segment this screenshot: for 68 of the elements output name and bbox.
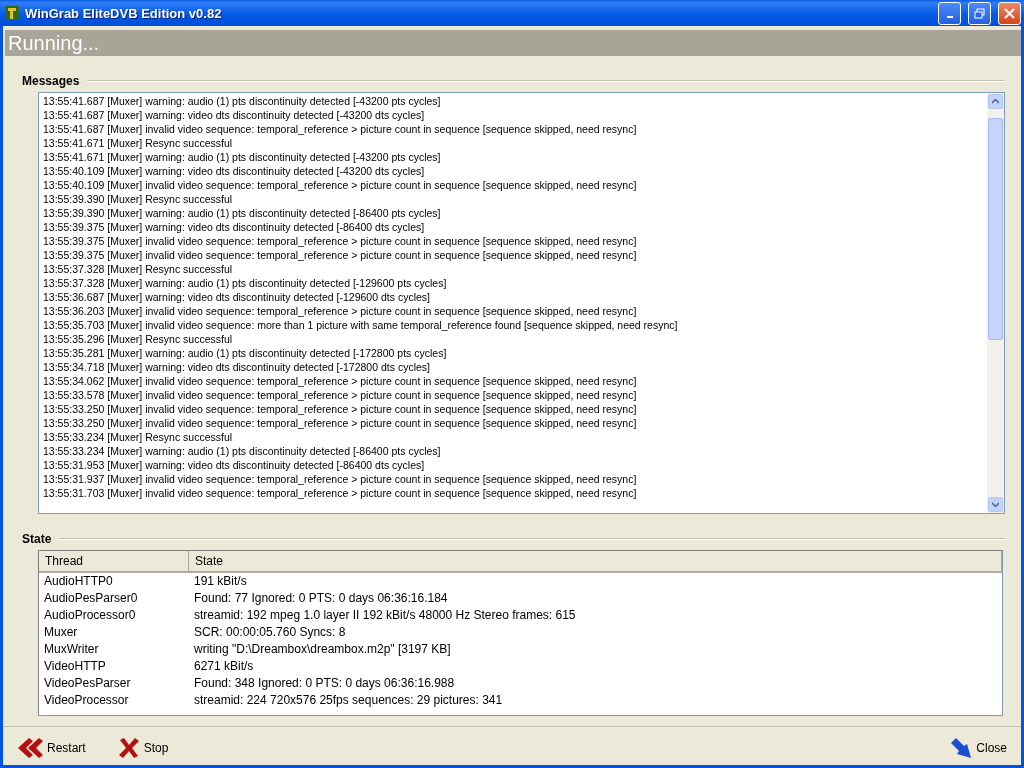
log-line: 13:55:39.375 [Muxer] invalid video sequence: temporal_reference > picture count in sequence [sequence skipped, need resync] [43, 248, 638, 262]
window-title: WinGrab EliteDVB Edition v0.82 [25, 5, 223, 21]
column-header[interactable]: Thread [39, 551, 189, 571]
table-cell-text: Found: 348 Ignored: 0 PTS: 0 days 06:36:16.988 [193, 675, 455, 692]
table-cell-text: SCR: 00:00:05.760 Syncs: 8 [193, 624, 346, 641]
log-line: 13:55:35.281 [Muxer] warning: audio (1) pts discontinuity detected [-172800 pts cycles] [43, 346, 448, 360]
group-title: Messages [22, 74, 80, 88]
log-line: 13:55:31.953 [Muxer] warning: video dts discontinuity detected [-86400 dts cycles] [43, 458, 426, 472]
log-line: 13:55:31.703 [Muxer] invalid video sequence: temporal_reference > picture count in sequence [sequence skipped, need resync] [43, 486, 638, 500]
table-cell-text: AudioPesParser0 [43, 590, 139, 607]
log-line: 13:55:39.390 [Muxer] warning: audio (1) pts discontinuity detected [-86400 pts cycles] [43, 206, 442, 220]
log-line: 13:55:34.718 [Muxer] warning: video dts discontinuity detected [-172800 dts cycles] [43, 360, 431, 374]
group-title: State [22, 532, 52, 546]
table-cell-text: AudioHTTP0 [43, 573, 114, 590]
log-line: 13:55:39.375 [Muxer] invalid video sequence: temporal_reference > picture count in sequence [sequence skipped, need resync] [43, 234, 638, 248]
table-cell-text: streamid: 192 mpeg 1.0 layer II 192 kBit/s 48000 Hz Stereo frames: 615 [193, 607, 576, 624]
table-cell-text: AudioProcessor0 [43, 607, 137, 624]
log-line: 13:55:41.687 [Muxer] warning: video dts discontinuity detected [-43200 dts cycles] [43, 108, 426, 122]
log-line: 13:55:37.328 [Muxer] warning: audio (1) pts discontinuity detected [-129600 pts cycles] [43, 276, 448, 290]
log-line: 13:55:40.109 [Muxer] invalid video sequence: temporal_reference > picture count in sequence [sequence skipped, need resync] [43, 178, 638, 192]
table-cell-text: Found: 77 Ignored: 0 PTS: 0 days 06:36:16.184 [193, 590, 448, 607]
log-line: 13:55:35.296 [Muxer] Resync successful [43, 332, 234, 346]
close-icon [1004, 7, 1015, 19]
restore-button[interactable] [968, 1, 991, 25]
table-cell-text: writing "D:\Dreambox\dreambox.m2p" [3197 KB] [193, 641, 451, 658]
table-cell-text: 6271 kBit/s [193, 658, 254, 675]
arrow-icon [950, 737, 973, 759]
log-line: 13:55:41.687 [Muxer] invalid video sequence: temporal_reference > picture count in sequence [sequence skipped, need resync] [43, 122, 638, 136]
status-header: Running... [5, 30, 1021, 56]
log-line: 13:55:39.390 [Muxer] Resync successful [43, 192, 234, 206]
restore-icon [974, 7, 985, 19]
table-cell-text: VideoPesParser [43, 675, 132, 692]
cross-icon [117, 737, 140, 759]
log-line: 13:55:40.109 [Muxer] warning: video dts discontinuity detected [-43200 dts cycles] [43, 164, 426, 178]
table-cell-text: MuxWriter [43, 641, 100, 658]
table-cell-text: streamid: 224 720x576 25fps sequences: 29 pictures: 341 [193, 692, 503, 709]
column-header[interactable]: State [189, 551, 1002, 571]
close-window-button[interactable] [998, 1, 1021, 25]
table-cell-text: 191 kBit/s [193, 573, 247, 590]
double-chevron-left-icon [17, 737, 43, 759]
log-line: 13:55:41.671 [Muxer] Resync successful [43, 136, 234, 150]
log-line: 13:55:33.250 [Muxer] invalid video sequence: temporal_reference > picture count in sequence [sequence skipped, need resync] [43, 402, 638, 416]
app-icon [4, 5, 20, 21]
table-cell-text: Muxer [43, 624, 79, 641]
scrollbar[interactable] [987, 93, 1004, 513]
log-line: 13:55:41.687 [Muxer] warning: audio (1) pts discontinuity detected [-43200 pts cycles] [43, 94, 442, 108]
log-line: 13:55:37.328 [Muxer] Resync successful [43, 262, 234, 276]
stop-button[interactable]: Stop [113, 735, 173, 761]
log-line: 13:55:33.250 [Muxer] invalid video sequence: temporal_reference > picture count in sequence [sequence skipped, need resync] [43, 416, 638, 430]
table-cell-text: VideoProcessor [43, 692, 130, 709]
log-line: 13:55:39.375 [Muxer] warning: video dts discontinuity detected [-86400 dts cycles] [43, 220, 426, 234]
minimize-button[interactable] [938, 1, 961, 25]
close-button[interactable]: Close [946, 735, 1011, 761]
scroll-down-icon[interactable] [992, 502, 999, 507]
log-line: 13:55:36.203 [Muxer] invalid video sequence: temporal_reference > picture count in sequence [sequence skipped, need resync] [43, 304, 638, 318]
log-line: 13:55:41.671 [Muxer] warning: audio (1) pts discontinuity detected [-43200 pts cycles] [43, 150, 442, 164]
log-line: 13:55:31.937 [Muxer] invalid video sequence: temporal_reference > picture count in sequence [sequence skipped, need resync] [43, 472, 638, 486]
table-cell-text: VideoHTTP [43, 658, 107, 675]
log-line: 13:55:35.703 [Muxer] invalid video sequence: more than 1 picture with same temporal_reference found [sequence skipped, need resync] [43, 318, 679, 332]
message-list[interactable] [38, 92, 1005, 514]
log-line: 13:55:36.687 [Muxer] warning: video dts discontinuity detected [-129600 dts cycles] [43, 290, 431, 304]
scroll-up-icon[interactable] [992, 99, 999, 104]
log-line: 13:55:34.062 [Muxer] invalid video sequence: temporal_reference > picture count in sequence [sequence skipped, need resync] [43, 374, 638, 388]
restart-button[interactable]: Restart [13, 735, 90, 761]
minimize-icon [946, 16, 953, 18]
log-line: 13:55:33.578 [Muxer] invalid video sequence: temporal_reference > picture count in sequence [sequence skipped, need resync] [43, 388, 638, 402]
log-line: 13:55:33.234 [Muxer] Resync successful [43, 430, 234, 444]
log-line: 13:55:33.234 [Muxer] warning: audio (1) pts discontinuity detected [-86400 pts cycles] [43, 444, 442, 458]
